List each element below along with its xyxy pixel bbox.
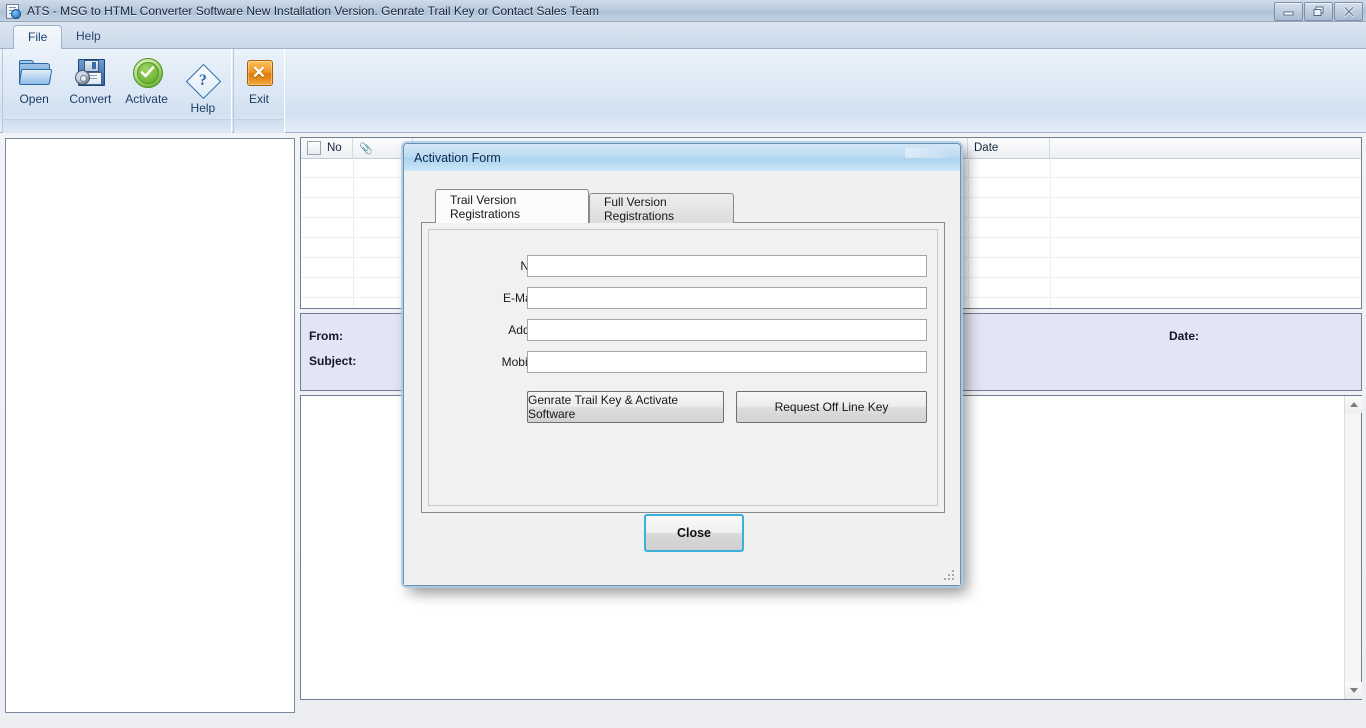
tab-trail-version-registrations[interactable]: Trail Version Registrations [435, 189, 589, 223]
activate-button-label: Activate [125, 92, 168, 106]
ribbon-tabstrip: File Help [0, 22, 1366, 50]
ribbon-group-main: Open Convert Activate ? Help [2, 49, 232, 133]
activation-dialog-titlebar: Activation Form [404, 144, 960, 172]
form-row-email: E-Mail ID : [429, 287, 937, 309]
application-window: ATS - MSG to HTML Converter Software New… [0, 0, 1366, 728]
open-button-label: Open [19, 92, 49, 106]
floppy-disk-gear-icon [74, 56, 106, 88]
close-dialog-button[interactable]: Close [644, 514, 744, 552]
activation-dialog-title: Activation Form [414, 150, 501, 165]
date-label: Date: [1169, 329, 1200, 343]
registration-tabstrip: Trail Version Registrations Full Version… [421, 189, 945, 223]
titlebar-highlight [905, 148, 950, 158]
form-row-address: Address : [429, 319, 937, 341]
address-input[interactable] [527, 319, 927, 341]
folder-open-icon [18, 56, 53, 88]
minimize-button[interactable] [1274, 2, 1303, 21]
open-button[interactable]: Open [6, 49, 62, 127]
scroll-down-arrow-icon[interactable] [1345, 682, 1362, 699]
close-button[interactable] [1334, 2, 1363, 21]
ribbon-group-strip [3, 119, 231, 133]
select-all-checkbox[interactable] [307, 141, 321, 155]
grid-header-extra[interactable] [1050, 138, 1361, 158]
orange-x-icon: ✕ [243, 56, 275, 88]
window-title: ATS - MSG to HTML Converter Software New… [27, 3, 600, 18]
activation-dialog: Activation Form Trail Version Registrati… [403, 143, 961, 586]
from-label: From: [309, 329, 343, 343]
window-controls [1274, 2, 1363, 21]
ribbon-panel: Open Convert Activate ? Help ✕ Exit [0, 49, 1366, 133]
activation-dialog-body: Trail Version Registrations Full Version… [404, 171, 960, 585]
grid-header-date[interactable]: Date [968, 138, 1050, 158]
scroll-up-arrow-icon[interactable] [1345, 396, 1362, 413]
restore-button[interactable] [1304, 2, 1333, 21]
grid-column-separator [353, 158, 354, 308]
app-document-icon [5, 3, 21, 19]
grid-column-separator [1050, 158, 1051, 308]
name-input[interactable] [527, 255, 927, 277]
grid-header-no-label: No [327, 142, 342, 154]
subject-label: Subject: [309, 354, 357, 368]
attachment-icon: 📎 [359, 142, 373, 155]
form-row-mobile: Mobile No: [429, 351, 937, 373]
convert-button-label: Convert [69, 92, 112, 106]
registration-form-frame: Name : E-Mail ID : Address : Mob [428, 229, 938, 506]
blue-question-diamond-icon: ? [185, 63, 222, 100]
exit-button[interactable]: ✕ Exit [234, 49, 284, 127]
ribbon-group-strip-exit [234, 119, 284, 133]
grid-column-separator [968, 158, 969, 308]
registration-tab-control: Trail Version Registrations Full Version… [421, 189, 945, 513]
generate-trail-key-button[interactable]: Genrate Trail Key & Activate Software [527, 391, 724, 423]
ribbon-group-exit: ✕ Exit [233, 49, 285, 133]
trail-version-tab-page: Name : E-Mail ID : Address : Mob [421, 222, 945, 513]
folder-tree-panel[interactable] [5, 138, 295, 713]
convert-button[interactable]: Convert [62, 49, 118, 127]
help-button[interactable]: ? Help [175, 49, 231, 127]
email-input[interactable] [527, 287, 927, 309]
request-offline-key-button[interactable]: Request Off Line Key [736, 391, 927, 423]
form-row-name: Name : [429, 255, 937, 277]
help-button-label: Help [190, 101, 216, 115]
preview-vertical-scrollbar[interactable] [1344, 396, 1362, 699]
green-check-circle-icon [131, 56, 163, 88]
window-titlebar: ATS - MSG to HTML Converter Software New… [0, 0, 1366, 22]
grid-header-select-all[interactable]: No [301, 138, 353, 158]
tab-help[interactable]: Help [62, 25, 115, 50]
tab-file[interactable]: File [13, 25, 63, 50]
activate-button[interactable]: Activate [119, 49, 175, 127]
tab-full-version-registrations[interactable]: Full Version Registrations [589, 193, 734, 223]
resize-grip-icon[interactable] [944, 570, 956, 582]
mobile-input[interactable] [527, 351, 927, 373]
exit-button-label: Exit [248, 92, 269, 106]
